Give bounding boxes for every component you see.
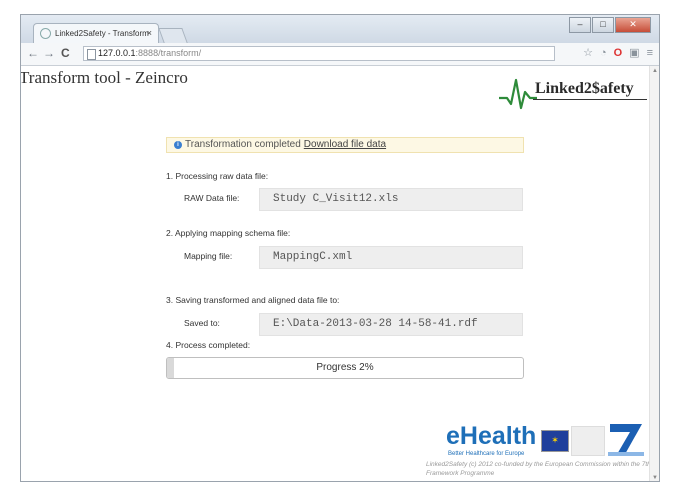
step-1-heading: 1. Processing raw data file: xyxy=(166,171,269,181)
eu-flag-icon: ✶ xyxy=(541,430,569,452)
reload-icon[interactable]: C xyxy=(61,46,70,60)
footer-logos: eHealth Better Healthcare for Europe ✶ L… xyxy=(426,422,651,481)
download-link[interactable]: Download file data xyxy=(304,139,386,150)
raw-data-file-field: Study C_Visit12.xls xyxy=(259,188,523,211)
page-title: Transform tool - Zeincro xyxy=(20,68,188,87)
step-4-heading: 4. Process completed: xyxy=(166,340,251,350)
page-icon xyxy=(87,49,96,60)
tab-title: Linked2Safety - Transform xyxy=(55,29,149,38)
extension-icon[interactable]: ◔ xyxy=(600,47,607,59)
minimize-button[interactable]: – xyxy=(569,17,591,33)
title-bar: Linked2Safety - Transform × – □ ✕ xyxy=(21,15,659,43)
progress-bar: Progress 2% xyxy=(166,357,524,379)
tab-favicon-icon xyxy=(40,28,51,39)
menu-icon[interactable]: ≡ xyxy=(647,47,653,59)
tab-close-icon[interactable]: × xyxy=(147,28,152,38)
step-2-heading: 2. Applying mapping schema file: xyxy=(166,228,291,238)
back-arrow-icon[interactable]: ← xyxy=(27,46,39,60)
address-path: :8888/transform/ xyxy=(135,48,202,58)
address-bar[interactable]: 127.0.0.1:8888/transform/ xyxy=(83,46,555,61)
footer-credit: Linked2Safety (c) 2012 co-funded by the … xyxy=(426,461,651,477)
page-content: Transform tool - Zeincro Linked2$afety i… xyxy=(20,66,651,481)
scroll-down-icon[interactable]: ▼ xyxy=(652,475,658,481)
browser-toolbar: ← → C 127.0.0.1:8888/transform/ ☆ ◔ O ▣ … xyxy=(21,43,659,66)
notice-text: Transformation completed xyxy=(185,139,301,150)
extension-box-icon[interactable]: ▣ xyxy=(629,47,639,59)
ehealth-logo: eHealth xyxy=(446,422,537,450)
linked2safety-logo: Linked2$afety xyxy=(497,74,647,112)
step-3-heading: 3. Saving transformed and aligned data f… xyxy=(166,295,340,305)
fp7-logo xyxy=(608,424,644,456)
forward-arrow-icon[interactable]: → xyxy=(43,46,55,60)
info-icon: i xyxy=(174,141,182,149)
opera-icon[interactable]: O xyxy=(614,47,623,59)
scroll-up-icon[interactable]: ▲ xyxy=(652,68,658,74)
saved-to-field: E:\Data-2013-03-28 14-58-41.rdf xyxy=(259,313,523,336)
progress-label: Progress 2% xyxy=(316,362,374,373)
heartbeat-icon xyxy=(499,78,537,110)
browser-window: Linked2Safety - Transform × – □ ✕ ← → C … xyxy=(20,14,660,482)
raw-data-file-label: RAW Data file: xyxy=(184,193,240,203)
window-controls: – □ ✕ xyxy=(569,17,651,33)
toolbar-icons: ☆ ◔ O ▣ ≡ xyxy=(583,47,653,59)
mapping-file-field: MappingC.xml xyxy=(259,246,523,269)
browser-tab[interactable]: Linked2Safety - Transform × xyxy=(33,23,159,43)
mapping-file-label: Mapping file: xyxy=(184,251,233,261)
vertical-scrollbar[interactable]: ▲ ▼ xyxy=(649,66,659,481)
maximize-button[interactable]: □ xyxy=(592,17,614,33)
close-window-button[interactable]: ✕ xyxy=(615,17,651,33)
ehealth-subtitle: Better Healthcare for Europe xyxy=(448,451,525,457)
address-host: 127.0.0.1 xyxy=(98,48,136,58)
european-commission-logo xyxy=(571,426,605,456)
saved-to-label: Saved to: xyxy=(184,318,220,328)
completion-notice: i Transformation completed Download file d… xyxy=(166,137,524,153)
logo-text: Linked2$afety xyxy=(535,80,634,97)
bookmark-star-icon[interactable]: ☆ xyxy=(583,47,593,59)
new-tab-button[interactable] xyxy=(158,28,188,43)
logo-underline xyxy=(533,99,647,100)
